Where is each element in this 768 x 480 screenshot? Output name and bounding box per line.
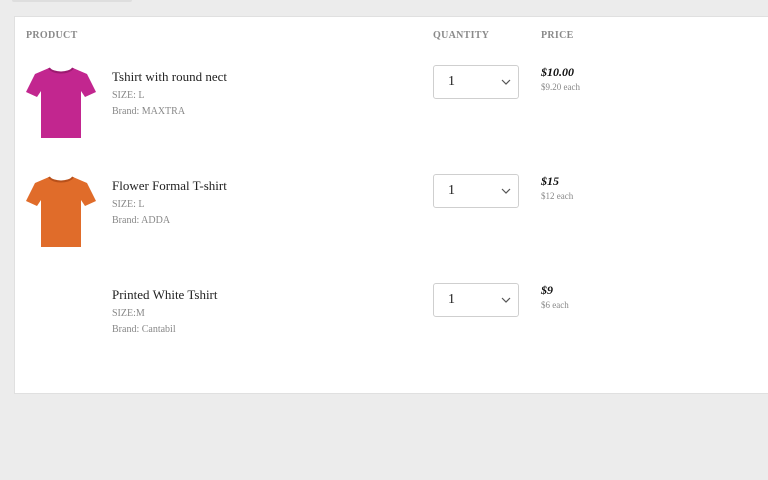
line-price: $10.00 (541, 65, 574, 79)
chevron-down-icon (501, 297, 511, 303)
tshirt-icon (26, 176, 96, 247)
unit-price: $6 each (541, 300, 569, 310)
product-image (25, 283, 97, 359)
unit-price: $9.20 each (541, 82, 580, 92)
chevron-down-icon (501, 79, 511, 85)
tshirt-icon (26, 286, 96, 356)
product-size: SIZE:M (112, 308, 145, 319)
quantity-value: 1 (448, 74, 455, 89)
unit-price: $12 each (541, 191, 574, 201)
product-image (25, 174, 97, 250)
quantity-column-header: QUANTITY (433, 30, 490, 41)
cart-table: PRODUCT QUANTITY PRICE Tshirt with round… (14, 16, 768, 394)
quantity-select[interactable]: 1 (433, 174, 519, 208)
quantity-select[interactable]: 1 (433, 283, 519, 317)
quantity-select[interactable]: 1 (433, 65, 519, 99)
tshirt-icon (26, 67, 96, 138)
product-column-header: PRODUCT (26, 30, 78, 41)
product-name[interactable]: Tshirt with round nect (112, 69, 227, 85)
product-size: SIZE: L (112, 199, 145, 210)
line-price: $15 (541, 174, 559, 188)
line-price: $9 (541, 283, 553, 297)
top-tab-edge (12, 0, 132, 2)
product-name[interactable]: Flower Formal T-shirt (112, 178, 227, 194)
product-brand: Brand: ADDA (112, 215, 171, 226)
product-name[interactable]: Printed White Tshirt (112, 287, 218, 303)
product-image (25, 65, 97, 141)
cart-row: Flower Formal T-shirt SIZE: L Brand: ADD… (15, 174, 768, 270)
quantity-value: 1 (448, 292, 455, 307)
quantity-value: 1 (448, 183, 455, 198)
product-brand: Brand: Cantabil (112, 324, 176, 335)
product-brand: Brand: MAXTRA (112, 106, 186, 117)
chevron-down-icon (501, 188, 511, 194)
cart-row: Printed White Tshirt SIZE:M Brand: Canta… (15, 283, 768, 379)
product-size: SIZE: L (112, 90, 145, 101)
cart-row: Tshirt with round nect SIZE: L Brand: MA… (15, 65, 768, 161)
price-column-header: PRICE (541, 30, 574, 41)
